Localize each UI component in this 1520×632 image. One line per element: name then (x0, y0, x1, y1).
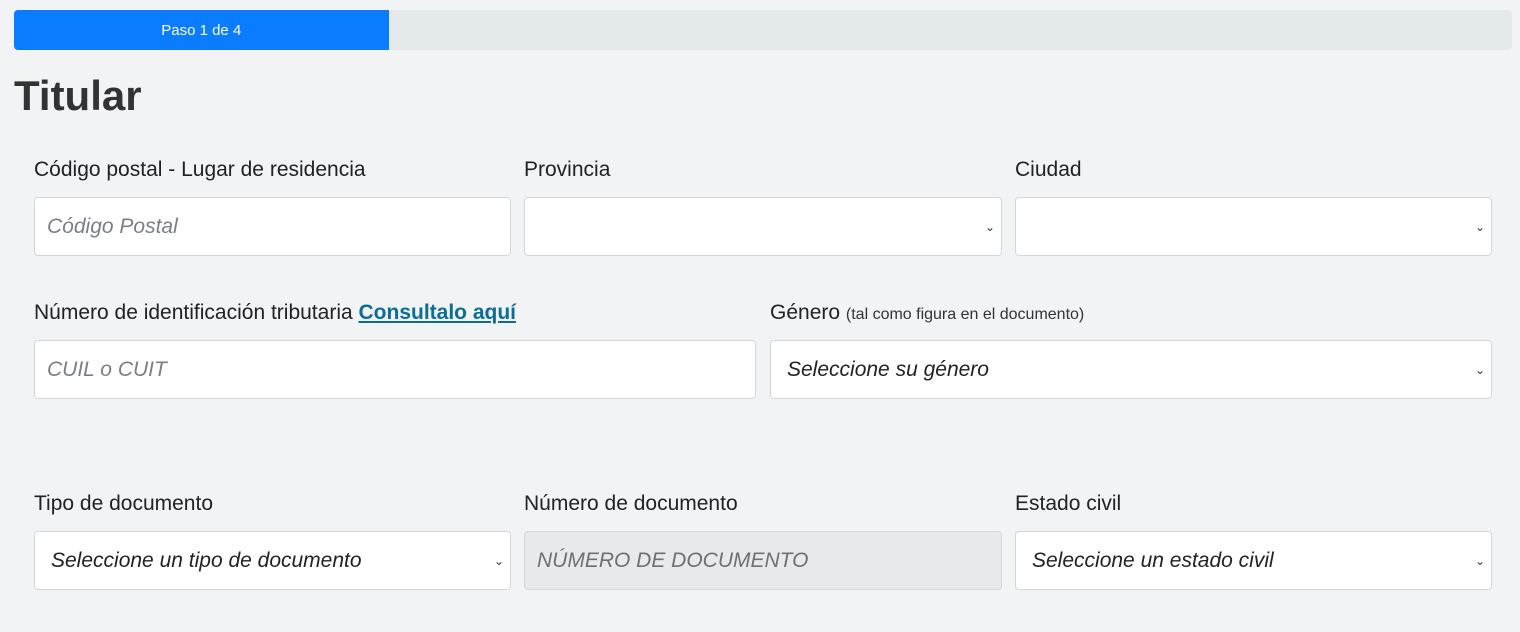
chevron-down-icon: ⌄ (1474, 219, 1485, 234)
gender-field: Género (tal como figura en el documento)… (770, 298, 1492, 399)
civil-status-field: Estado civil Seleccione un estado civil … (1015, 489, 1492, 590)
city-label: Ciudad (1015, 158, 1082, 181)
consult-link[interactable]: Consultalo aquí (359, 301, 517, 324)
postal-code-placeholder: Código Postal (47, 214, 178, 238)
document-type-select[interactable]: Seleccione un tipo de documento ⌄ (34, 531, 511, 590)
tax-id-placeholder: CUIL o CUIT (47, 357, 167, 381)
document-number-input[interactable]: NÚMERO DE DOCUMENTO (524, 531, 1002, 590)
progress-label: Paso 1 de 4 (161, 21, 242, 39)
document-number-field: Número de documento NÚMERO DE DOCUMENTO (524, 489, 1002, 590)
civil-status-label: Estado civil (1015, 492, 1122, 515)
province-field: Provincia ⌄ (524, 155, 1002, 256)
document-number-label: Número de documento (524, 492, 738, 515)
gender-label-text: Género (770, 301, 841, 324)
postal-code-input[interactable]: Código Postal (34, 197, 511, 256)
document-type-value: Seleccione un tipo de documento (51, 548, 362, 572)
civil-status-value: Seleccione un estado civil (1032, 548, 1274, 572)
postal-code-field: Código postal - Lugar de residencia Códi… (34, 155, 511, 256)
document-number-placeholder: NÚMERO DE DOCUMENTO (537, 548, 809, 572)
city-field: Ciudad ⌄ (1015, 155, 1492, 256)
postal-code-label: Código postal - Lugar de residencia (34, 158, 366, 181)
tax-id-label: Número de identificación tributaria Cons… (34, 298, 756, 328)
city-select[interactable]: ⌄ (1015, 197, 1492, 256)
chevron-down-icon: ⌄ (1474, 553, 1485, 568)
province-select[interactable]: ⌄ (524, 197, 1002, 256)
gender-hint: (tal como figura en el documento) (845, 306, 1085, 323)
tax-id-label-text: Número de identificación tributaria (34, 301, 353, 324)
tax-id-field: Número de identificación tributaria Cons… (34, 298, 756, 399)
chevron-down-icon: ⌄ (1474, 362, 1485, 377)
chevron-down-icon: ⌄ (984, 219, 995, 234)
chevron-down-icon: ⌄ (493, 553, 504, 568)
gender-value: Seleccione su género (787, 357, 989, 381)
province-label: Provincia (524, 158, 611, 181)
gender-select[interactable]: Seleccione su género ⌄ (770, 340, 1492, 399)
page-title: Titular (14, 72, 142, 119)
document-type-label: Tipo de documento (34, 492, 214, 515)
gender-label: Género (tal como figura en el documento) (770, 298, 1492, 328)
progress-bar: Paso 1 de 4 (14, 10, 1512, 50)
tax-id-input[interactable]: CUIL o CUIT (34, 340, 756, 399)
progress-fill: Paso 1 de 4 (14, 10, 389, 50)
document-type-field: Tipo de documento Seleccione un tipo de … (34, 489, 511, 590)
civil-status-select[interactable]: Seleccione un estado civil ⌄ (1015, 531, 1492, 590)
